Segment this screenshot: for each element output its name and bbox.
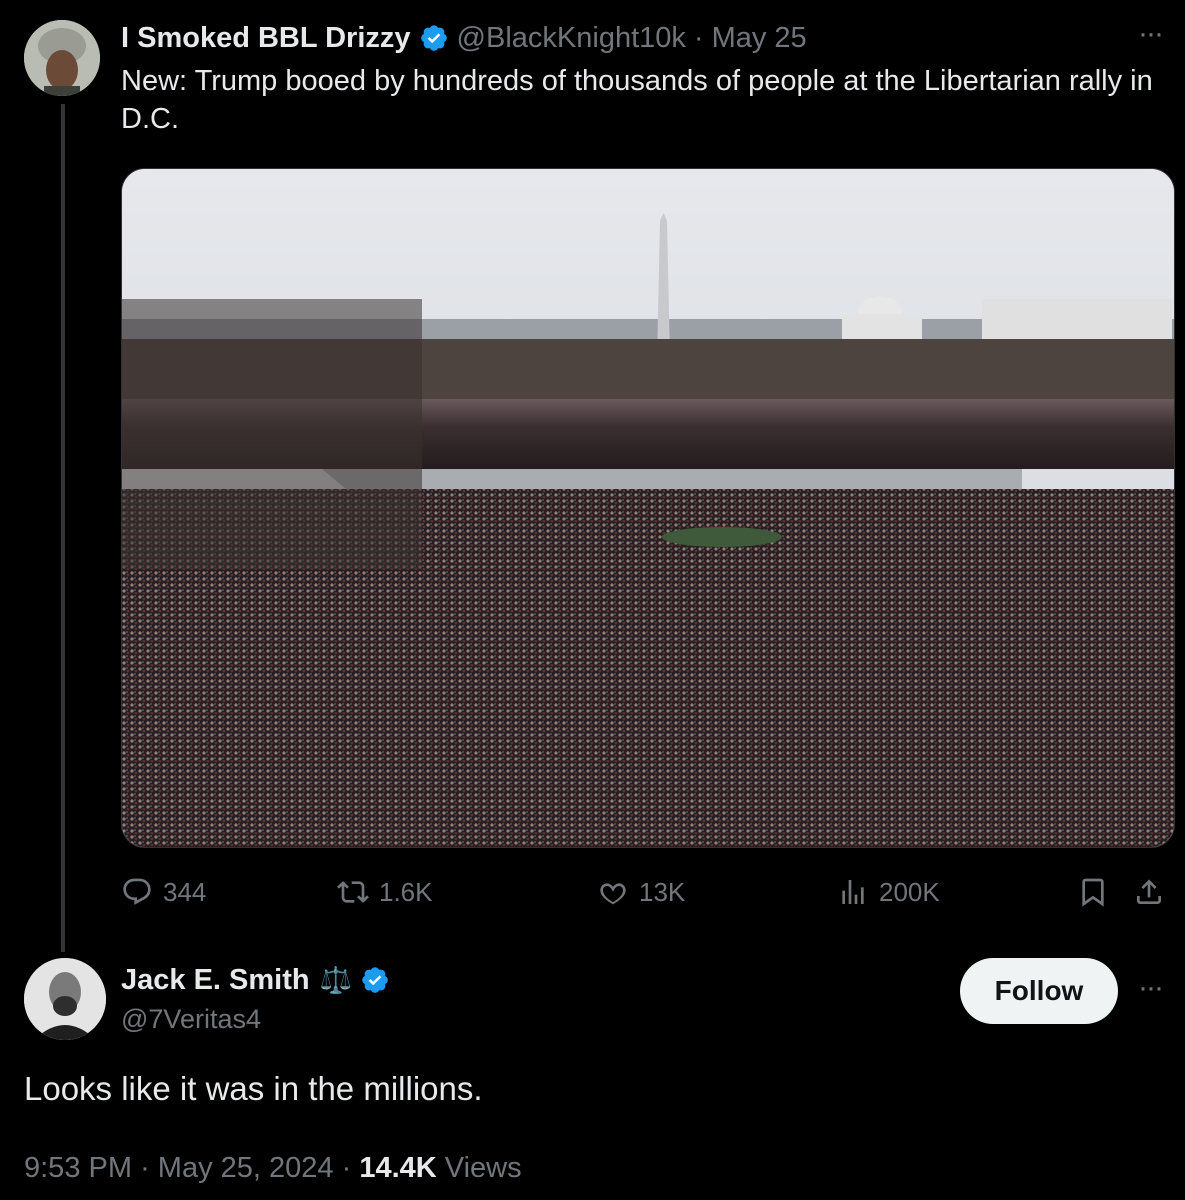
- more-options-icon[interactable]: ···: [1138, 973, 1174, 1003]
- repost-icon: [337, 881, 369, 903]
- reply-date[interactable]: May 25, 2024: [158, 1152, 334, 1184]
- author-handle[interactable]: @BlackKnight10k: [457, 22, 686, 55]
- reply-header: Jack E. Smith ⚖️: [121, 960, 398, 1000]
- reply-author-avatar[interactable]: [24, 958, 106, 1040]
- like-icon: [600, 883, 626, 905]
- reply-author-display-name[interactable]: Jack E. Smith: [121, 964, 310, 997]
- follow-button[interactable]: Follow: [960, 958, 1118, 1024]
- reply-button[interactable]: 344: [121, 870, 206, 914]
- verified-badge-icon: [419, 23, 449, 53]
- like-count: 13K: [639, 876, 686, 907]
- views-count: 200K: [879, 876, 940, 907]
- author-avatar[interactable]: [24, 20, 100, 96]
- reply-icon: [123, 878, 151, 905]
- separator-dot: ·: [693, 21, 704, 54]
- repost-count: 1.6K: [379, 876, 433, 907]
- share-button[interactable]: [1133, 870, 1175, 914]
- like-button[interactable]: 13K: [597, 870, 685, 914]
- tweet-actions-bar: 344 1.6K 13K 200K: [121, 870, 1173, 914]
- tweet-text: New: Trump booed by hundreds of thousand…: [121, 65, 1153, 135]
- reply-count: 344: [163, 876, 207, 907]
- separator-dot: ·: [140, 1152, 150, 1184]
- thread-connector-line: [61, 104, 65, 952]
- verified-badge-icon: [360, 965, 390, 995]
- bookmark-icon: [1082, 878, 1104, 907]
- share-icon: [1137, 879, 1161, 904]
- author-display-name[interactable]: I Smoked BBL Drizzy: [121, 22, 411, 55]
- reply-views-label: Views: [444, 1152, 522, 1184]
- reply-author-handle[interactable]: @7Veritas4: [121, 1004, 261, 1035]
- reply-views-count: 14.4K: [359, 1152, 437, 1184]
- scales-emoji: ⚖️: [319, 964, 352, 995]
- repost-button[interactable]: 1.6K: [337, 870, 433, 914]
- reply-text: Looks like it was in the millions.: [24, 1070, 483, 1107]
- views-icon: [842, 880, 864, 904]
- reply-metadata: 9:53 PM · May 25, 2024 · 14.4K Views: [24, 1152, 522, 1185]
- separator-dot: ·: [341, 1152, 352, 1184]
- bookmark-button[interactable]: [1077, 870, 1119, 914]
- tweet-date[interactable]: May 25: [712, 22, 807, 55]
- views-button[interactable]: 200K: [837, 870, 940, 914]
- reply-time[interactable]: 9:53 PM: [24, 1152, 132, 1184]
- tweet-header: I Smoked BBL Drizzy @BlackKnight10k · Ma…: [121, 20, 807, 56]
- tweet-media-image[interactable]: [121, 168, 1175, 848]
- more-options-icon[interactable]: ···: [1138, 19, 1174, 52]
